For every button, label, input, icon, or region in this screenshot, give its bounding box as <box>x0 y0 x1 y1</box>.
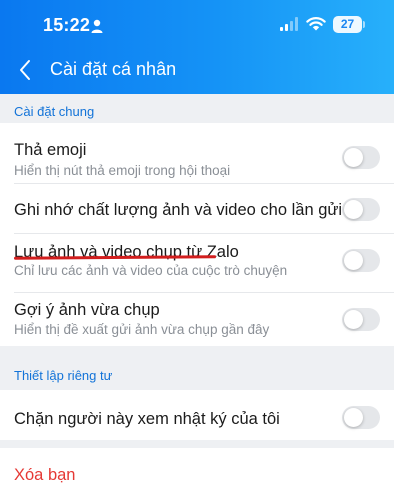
toggle-knob <box>344 408 363 427</box>
save-media-toggle[interactable] <box>342 249 380 272</box>
remove-friend-button[interactable]: Xóa bạn <box>14 466 75 485</box>
wifi-icon <box>306 17 326 31</box>
battery-tip <box>363 21 365 28</box>
setting-row-emoji[interactable]: Thả emoji Hiển thị nút thả emoji trong h… <box>0 123 394 183</box>
media-quality-toggle[interactable] <box>342 198 380 221</box>
block-diary-toggle[interactable] <box>342 406 380 429</box>
section-label-privacy: Thiết lập riêng tư <box>14 368 113 383</box>
setting-row-photo-suggest[interactable]: Gợi ý ảnh vừa chụp Hiển thị đề xuất gửi … <box>0 293 394 346</box>
setting-subtitle: Chỉ lưu các ảnh và video của cuộc trò ch… <box>14 263 288 278</box>
danger-card: Xóa bạn <box>0 448 394 494</box>
toggle-knob <box>344 310 363 329</box>
privacy-settings-card: Chặn người này xem nhật ký của tôi <box>0 390 394 440</box>
toggle-knob <box>344 148 363 167</box>
section-label-general: Cài đặt chung <box>14 104 95 119</box>
setting-subtitle: Hiển thị đề xuất gửi ảnh vừa chụp gần đâ… <box>14 322 270 337</box>
setting-row-media-quality[interactable]: Ghi nhớ chất lượng ảnh và video cho lần … <box>0 184 394 233</box>
setting-row-block-diary[interactable]: Chặn người này xem nhật ký của tôi <box>0 390 394 440</box>
emoji-toggle[interactable] <box>342 146 380 169</box>
page-title: Cài đặt cá nhân <box>50 59 177 79</box>
status-time: 15:22 <box>43 15 91 35</box>
battery-indicator: 27 <box>333 16 362 33</box>
toggle-knob <box>344 200 363 219</box>
cellular-signal-icon <box>280 17 298 31</box>
photo-suggest-toggle[interactable] <box>342 308 380 331</box>
setting-title: Thả emoji <box>14 141 87 159</box>
app-header: 15:22 27 Cài đặt cá nhân <box>0 0 394 94</box>
back-arrow-icon[interactable] <box>18 58 32 82</box>
person-icon <box>91 19 103 33</box>
toggle-knob <box>344 251 363 270</box>
setting-title: Gợi ý ảnh vừa chụp <box>14 301 160 319</box>
general-settings-card: Thả emoji Hiển thị nút thả emoji trong h… <box>0 123 394 346</box>
setting-title: Chặn người này xem nhật ký của tôi <box>14 410 280 428</box>
setting-title: Ghi nhớ chất lượng ảnh và video cho lần … <box>14 201 374 219</box>
setting-subtitle: Hiển thị nút thả emoji trong hội thoại <box>14 163 231 178</box>
setting-row-save-media[interactable]: Lưu ảnh và video chụp từ Zalo Chỉ lưu cá… <box>0 234 394 292</box>
